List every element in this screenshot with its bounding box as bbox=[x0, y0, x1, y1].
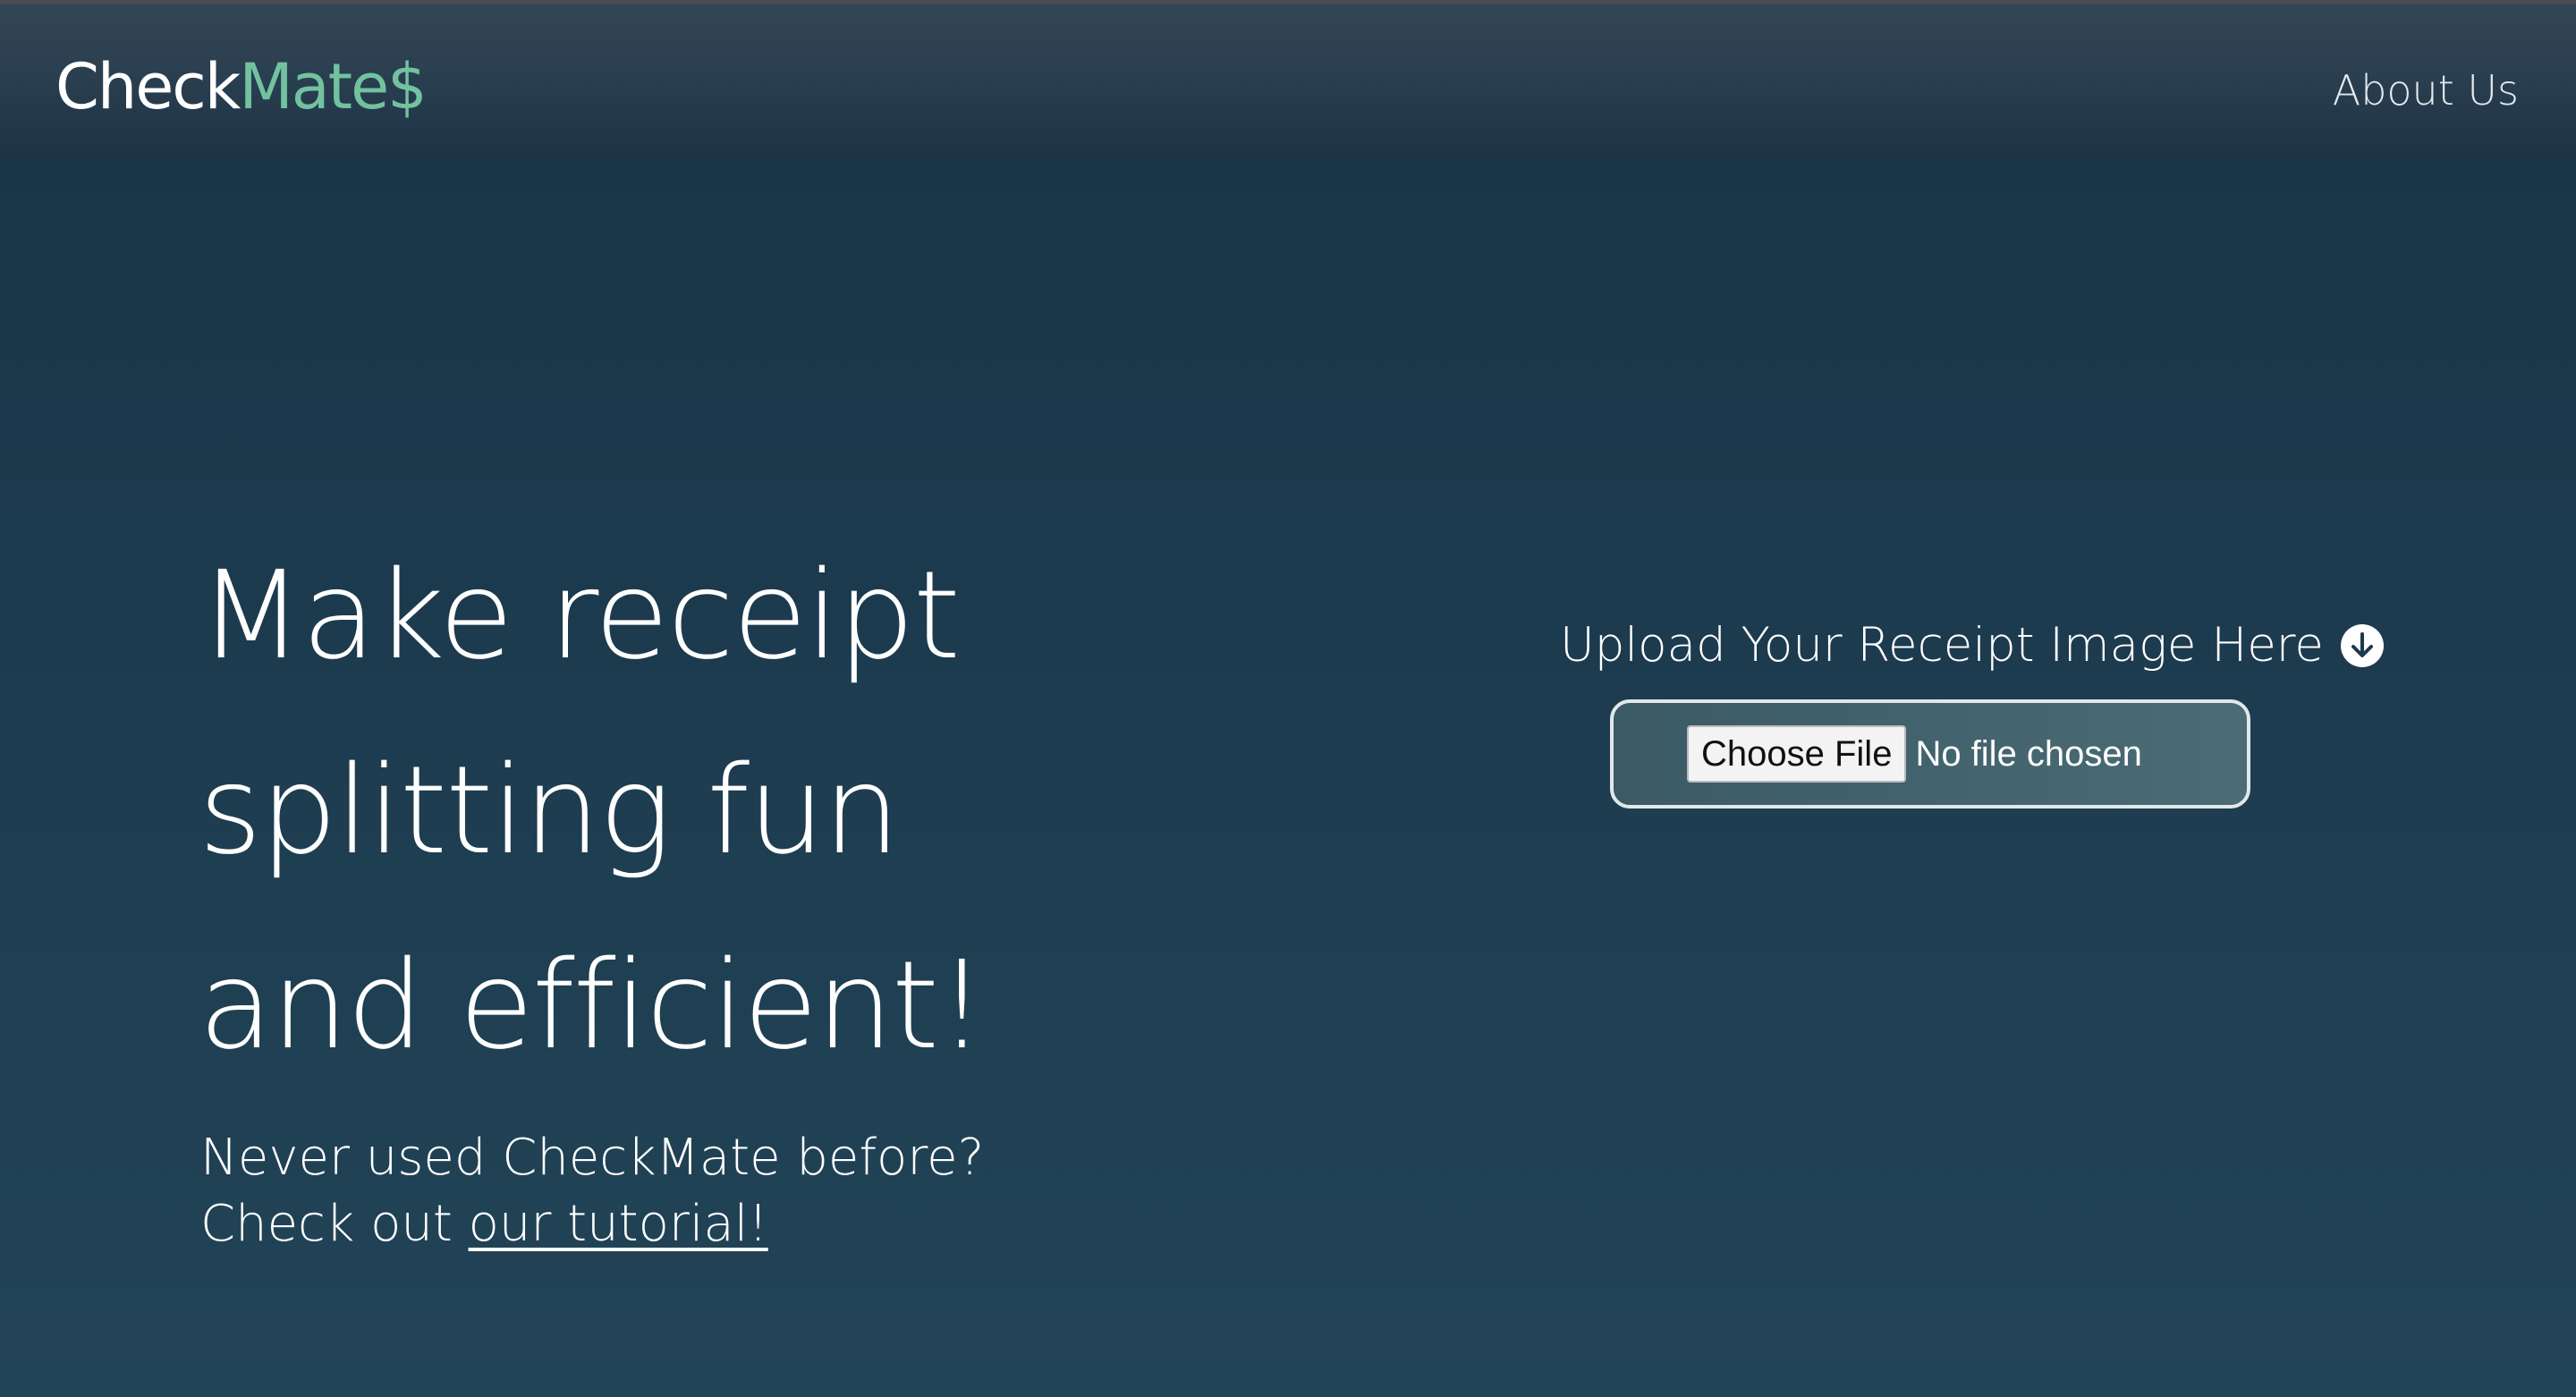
file-upload-box[interactable]: Choose File No file chosen bbox=[1610, 699, 2250, 809]
file-status-text: No file chosen bbox=[1915, 733, 2142, 774]
navbar: CheckMate$ About Us bbox=[0, 4, 2576, 161]
logo-text-mates: Mate$ bbox=[239, 50, 427, 123]
hero-title: Make receipt splitting fun and efficient… bbox=[199, 519, 1182, 1104]
tutorial-line: Check out our tutorial! bbox=[200, 1191, 984, 1257]
tutorial-link[interactable]: our tutorial! bbox=[469, 1195, 768, 1253]
hero-title-line-1: Make receipt bbox=[199, 546, 961, 687]
about-us-link[interactable]: About Us bbox=[2333, 70, 2519, 111]
upload-label-text: Upload Your Receipt Image Here bbox=[1560, 618, 2325, 673]
tutorial-check-text: Check out bbox=[200, 1195, 469, 1253]
hero-title-line-3: and efficient! bbox=[199, 936, 987, 1077]
choose-file-button[interactable]: Choose File bbox=[1687, 725, 1907, 783]
logo-text-check: Check bbox=[55, 50, 241, 123]
hero-title-line-2: splitting fun bbox=[199, 741, 901, 882]
tutorial-prompt: Never used CheckMate before? Check out o… bbox=[200, 1125, 984, 1257]
brand-logo[interactable]: CheckMate$ bbox=[55, 55, 428, 118]
upload-label: Upload Your Receipt Image Here bbox=[1560, 617, 2385, 674]
arrow-down-circle-icon bbox=[2340, 623, 2385, 668]
tutorial-question: Never used CheckMate before? bbox=[200, 1129, 985, 1187]
